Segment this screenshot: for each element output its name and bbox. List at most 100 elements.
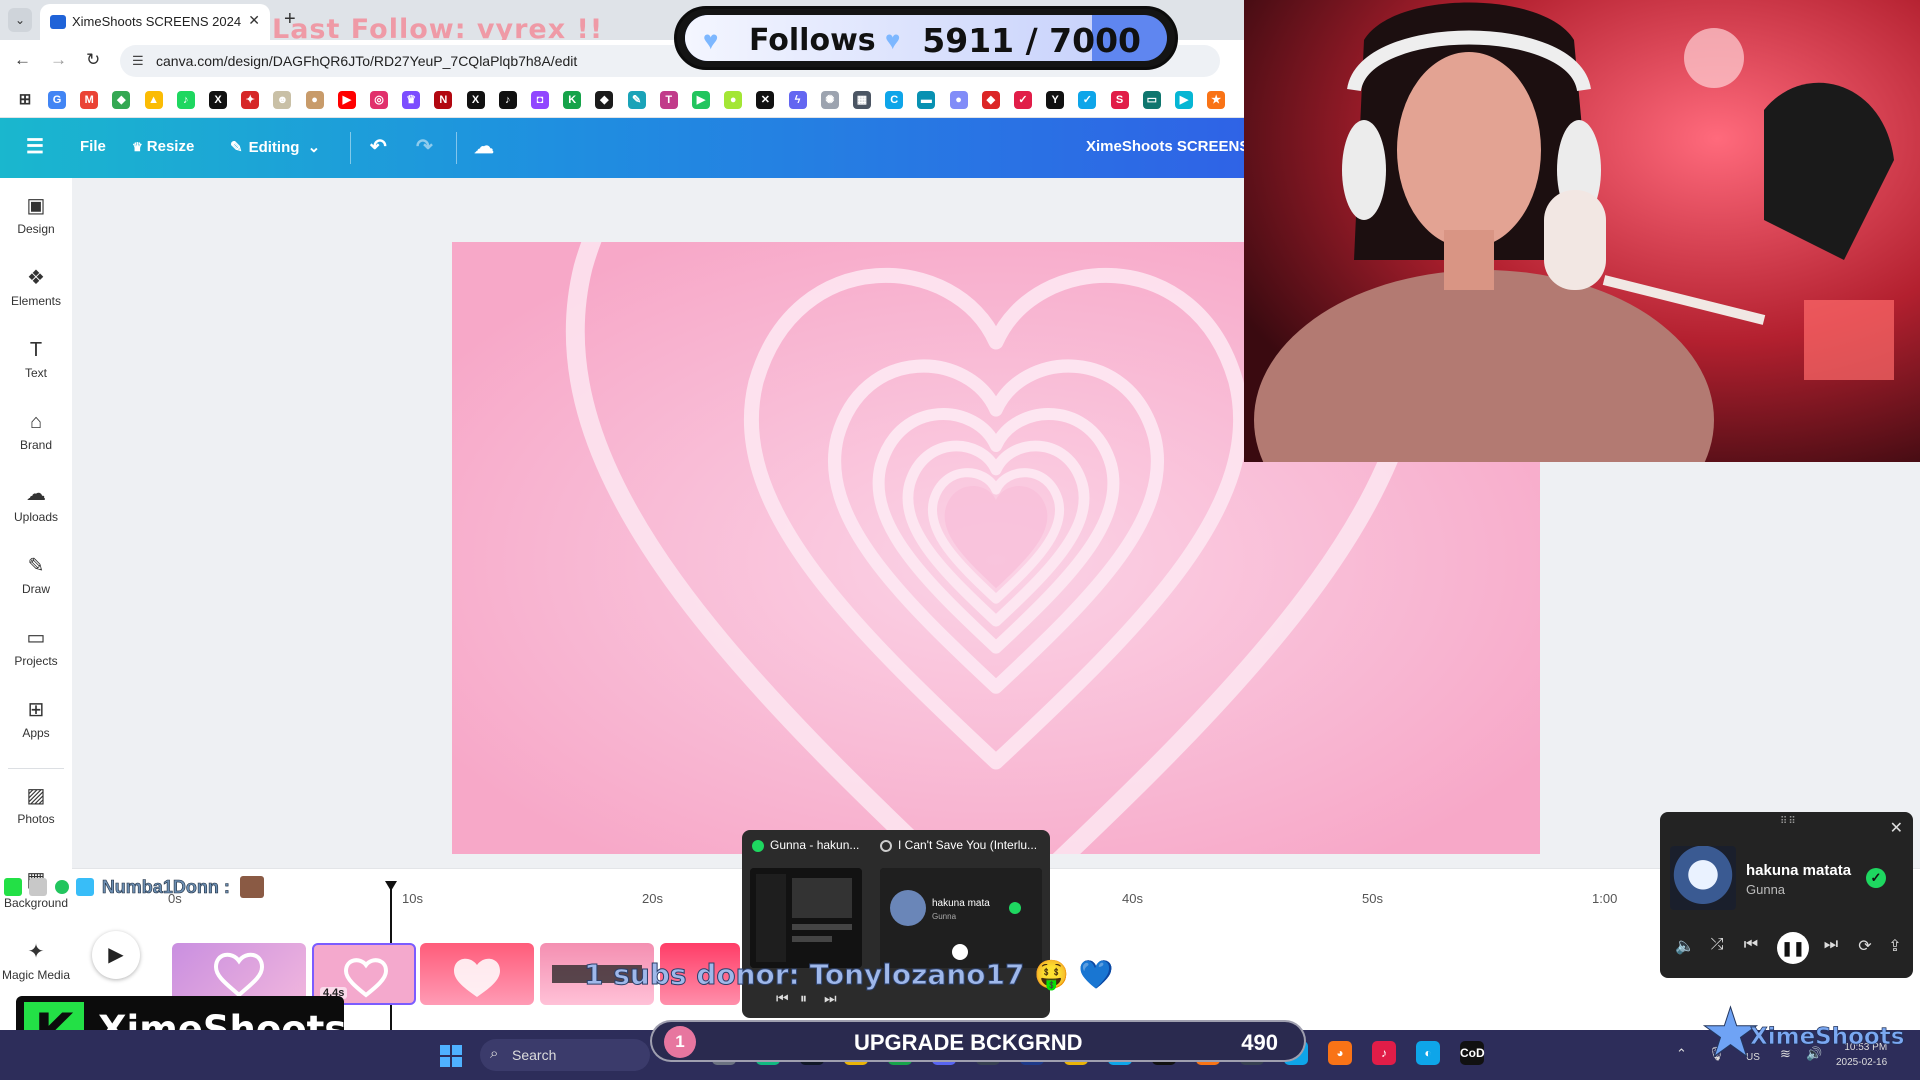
bookmark-text-t-icon[interactable]: T [659, 91, 678, 109]
bookmark-maps-icon[interactable]: ◆ [112, 91, 131, 109]
track-artist[interactable]: Gunna [1746, 882, 1785, 897]
bookmark-drive-icon[interactable]: ▲ [144, 91, 163, 109]
bookmark-youtube-icon[interactable]: ▶ [337, 91, 356, 109]
bookmark-openai-icon[interactable]: ✺ [820, 91, 839, 109]
forward-arrow-icon[interactable]: → [50, 50, 67, 70]
undo-icon[interactable]: ↶ [370, 134, 387, 159]
playhead-handle-icon[interactable] [385, 881, 397, 891]
repeat-icon[interactable]: ⟳ [1854, 936, 1876, 956]
bookmark-swoosh-icon[interactable]: ✓ [1078, 91, 1097, 109]
taskbar-tiktok-icon[interactable]: ♪ [1372, 1041, 1396, 1065]
pause-button[interactable]: ❚❚ [1777, 932, 1809, 964]
file-menu-button[interactable]: File [80, 138, 106, 155]
sidebar-item-uploads[interactable]: ☁ Uploads [0, 476, 72, 540]
tab-close-icon[interactable]: ✕ [248, 12, 260, 29]
taskbar-firefox-icon[interactable]: ◕ [1328, 1041, 1352, 1065]
sidebar-item-label: Elements [10, 294, 62, 308]
preview-tab-chrome[interactable]: I Can't Save You (Interlu... [880, 838, 1037, 852]
timeline-play-button[interactable]: ▶ [92, 931, 140, 979]
bookmark-bunny-icon[interactable]: ☻ [273, 91, 292, 109]
bookmark-y-combinator-icon[interactable]: Y [1046, 91, 1065, 109]
bookmark-twitter-x-icon[interactable]: X [466, 91, 485, 109]
bookmark-reddit-icon[interactable]: ● [305, 91, 324, 109]
bookmark-monitor-icon[interactable]: ▭ [1142, 91, 1161, 109]
bookmark-instagram-icon[interactable]: ◎ [370, 91, 388, 109]
sidebar-item-label: Draw [21, 582, 50, 596]
reload-icon[interactable]: ↻ [86, 50, 100, 70]
tab-search-menu-icon[interactable]: ⌄ [8, 8, 32, 32]
sidebar-item-draw[interactable]: ✎ Draw [0, 548, 72, 612]
sidebar-item-elements[interactable]: ❖ Elements [0, 260, 72, 324]
taskbar-qq-icon[interactable]: ◐ [1416, 1041, 1440, 1065]
bookmark-play-cyan-icon[interactable]: ▶ [1175, 91, 1193, 109]
previous-track-icon[interactable]: ⏮ [776, 990, 789, 1007]
album-art[interactable] [1670, 846, 1736, 910]
back-arrow-icon[interactable]: ← [14, 50, 31, 70]
sidebar-item-magic-media[interactable]: ✦ Magic Media [0, 934, 72, 998]
shuffle-icon[interactable]: ⤮ [1706, 936, 1728, 954]
bookmark-x-icon[interactable]: X [209, 91, 227, 109]
sidebar-item-design[interactable]: ▣ Design [0, 188, 72, 252]
bookmark-tiktok-icon[interactable]: ♪ [498, 91, 517, 109]
next-track-icon[interactable]: ⏭ [824, 990, 837, 1007]
volume-icon[interactable]: 🔈 [1674, 936, 1696, 956]
bookmark-fox-icon[interactable]: ◆ [981, 91, 1000, 109]
design-title[interactable]: XimeShoots SCREENS 2 [1086, 138, 1244, 155]
windows-start-icon[interactable] [440, 1045, 462, 1067]
menu-hamburger-icon[interactable]: ☰ [26, 134, 44, 159]
sidebar-item-brand[interactable]: ⌂ Brand [0, 404, 72, 468]
close-icon[interactable]: ✕ [1890, 818, 1903, 838]
sidebar-item-projects[interactable]: ▭ Projects [0, 620, 72, 684]
browser-tab-active[interactable]: XimeShoots SCREENS 2024 - T ✕ [40, 4, 270, 40]
bookmark-blob-icon[interactable]: ● [724, 91, 743, 109]
redo-icon[interactable]: ↷ [416, 134, 433, 159]
design-icon: ▣ [26, 195, 46, 217]
bookmark-kick-icon[interactable]: K [563, 91, 582, 109]
sidebar-item-label: Text [24, 366, 47, 380]
bookmark-check-y-icon[interactable]: ✓ [1014, 91, 1032, 109]
bookmark-video-icon[interactable]: ▬ [917, 91, 936, 109]
mini-player-thumbnail[interactable]: hakuna mata Gunna [880, 868, 1042, 968]
preview-tab-spotify[interactable]: Gunna - hakun... [752, 838, 859, 852]
next-track-icon[interactable]: ⏭ [1820, 936, 1842, 954]
bookmark-capcut-icon[interactable]: ✕ [756, 91, 775, 109]
url-text[interactable]: canva.com/design/DAGFhQR6JTo/RD27YeuP_7C… [156, 53, 577, 69]
bookmark-play-green-icon[interactable]: ▶ [692, 91, 710, 109]
sidebar-item-photos[interactable]: ▨ Photos [0, 778, 72, 842]
drag-grip-icon[interactable]: ⠿⠿ [1780, 816, 1797, 827]
bookmark-discord-bot-icon[interactable]: ◆ [595, 91, 614, 109]
apps-icon: ⊞ [27, 699, 45, 721]
bookmark-crown-icon[interactable]: ♛ [402, 91, 421, 109]
bookmark-twitch-icon[interactable]: ◘ [531, 91, 549, 109]
editing-mode-button[interactable]: ✎ Editing ⌄ [230, 138, 320, 156]
bookmark-netflix-icon[interactable]: N [434, 91, 453, 109]
sidebar-item-apps[interactable]: ⊞ Apps [0, 692, 72, 756]
cloud-save-icon[interactable]: ☁ [474, 134, 494, 159]
bookmark-google-icon[interactable]: G [48, 91, 66, 109]
spotify-window-thumbnail[interactable] [750, 868, 862, 968]
bookmark-dot-blue-icon[interactable]: ● [949, 91, 968, 109]
bookmark-brush-icon[interactable]: ✎ [627, 91, 646, 109]
bookmark-canada-icon[interactable]: ✦ [241, 91, 260, 109]
share-icon[interactable]: ⇪ [1884, 936, 1906, 956]
bookmark-streamer-icon[interactable]: ★ [1207, 91, 1226, 109]
timeline-clip[interactable] [420, 943, 534, 1005]
sidebar-item-text[interactable]: T Text [0, 332, 72, 396]
site-info-icon[interactable]: ☰ [132, 53, 144, 69]
bookmark-spotify-icon[interactable]: ♪ [176, 91, 195, 109]
timeline-tick-label: 1:00 [1592, 891, 1618, 906]
pause-icon[interactable]: ⏸ [800, 990, 807, 1007]
bookmark-bolt-icon[interactable]: ϟ [788, 91, 807, 109]
bookmark-gmail-icon[interactable]: M [80, 91, 99, 109]
resize-button[interactable]: ♛ Resize [132, 138, 194, 155]
taskbar-search[interactable]: ⌕ Search [480, 1039, 650, 1071]
track-title[interactable]: hakuna matata [1746, 862, 1874, 879]
bookmark-calendar-icon[interactable]: ▦ [853, 91, 871, 109]
bookmark-c-logo-icon[interactable]: C [885, 91, 904, 109]
bookmark-sp-icon[interactable]: S [1110, 91, 1129, 109]
apps-grid-icon[interactable]: ⊞ [16, 91, 34, 109]
taskbar-cod-icon[interactable]: CoD [1460, 1041, 1485, 1065]
previous-track-icon[interactable]: ⏮ [1740, 936, 1762, 954]
saved-check-icon[interactable]: ✓ [1866, 868, 1886, 888]
tray-chevron-icon[interactable]: ⌃ [1676, 1046, 1687, 1062]
